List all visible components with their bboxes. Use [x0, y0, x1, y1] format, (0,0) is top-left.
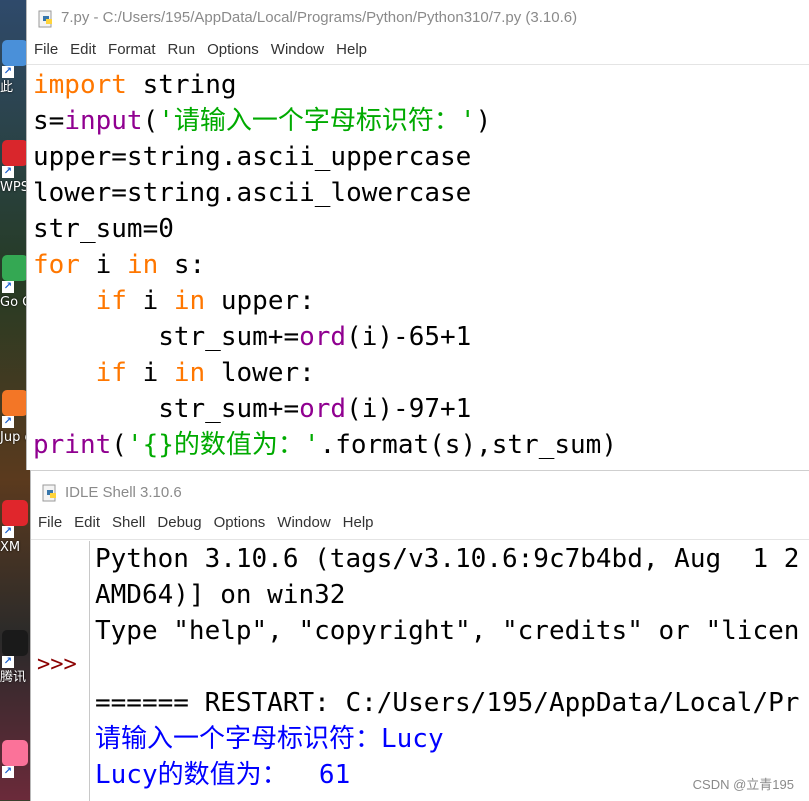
- shell-menu-help[interactable]: Help: [337, 511, 380, 531]
- code-line: lower=string.ascii_lowercase: [33, 175, 809, 211]
- code-token-text: upper:: [205, 286, 315, 316]
- shell-output[interactable]: Python 3.10.6 (tags/v3.10.6:9c7b4bd, Aug…: [95, 541, 809, 793]
- code-token-text: i: [126, 358, 174, 388]
- code-line: if i in lower:: [33, 355, 809, 391]
- code-token-keyword: in: [126, 250, 159, 280]
- editor-menubar: File Edit Format Run Options Window Help: [27, 38, 809, 65]
- shell-line: Type "help", "copyright", "credits" or "…: [95, 616, 800, 646]
- shell-title: IDLE Shell 3.10.6: [65, 484, 182, 501]
- code-token-text: (: [142, 106, 159, 136]
- editor-menu-window[interactable]: Window: [265, 38, 330, 58]
- shell-line: ====== RESTART: C:/Users/195/AppData/Loc…: [95, 688, 800, 718]
- code-token-text: str_sum=0: [33, 214, 174, 244]
- code-token-keyword: if: [95, 358, 127, 388]
- desktop-shortcut[interactable]: ↗ 腾讯: [0, 630, 30, 688]
- code-token-keyword: for: [33, 250, 80, 280]
- shell-prompt-gutter: >>>: [31, 541, 90, 801]
- code-token-text: (i)-65+1: [346, 322, 472, 352]
- code-token-text: i: [126, 286, 174, 316]
- code-line: s=input('请输入一个字母标识符：'): [33, 103, 809, 139]
- code-token-text: s:: [158, 250, 206, 280]
- desktop-shortcut[interactable]: ↗: [0, 740, 30, 798]
- shell-menu-file[interactable]: File: [32, 511, 68, 531]
- bilibili-icon: [2, 740, 28, 766]
- jupyter-icon: [2, 390, 28, 416]
- python-file-icon: [38, 10, 52, 28]
- wps-icon: [2, 140, 28, 166]
- code-token-string: '{}的数值为：': [126, 430, 320, 460]
- shell-menu-options[interactable]: Options: [208, 511, 272, 531]
- code-token-text: string: [126, 70, 237, 100]
- code-line: str_sum+=ord(i)-65+1: [33, 319, 809, 355]
- shell-menu-debug[interactable]: Debug: [151, 511, 207, 531]
- shell-prompt: >>>: [37, 652, 77, 677]
- code-token-text: upper=string.ascii_uppercase: [33, 142, 472, 172]
- code-token-text: (i)-97+1: [346, 394, 472, 424]
- code-token-text: i: [79, 250, 127, 280]
- code-token-string: '请输入一个字母标识符：': [158, 106, 476, 136]
- desktop-shortcut-label: 腾讯: [0, 670, 27, 685]
- shortcut-arrow-icon: ↗: [2, 766, 14, 778]
- code-line: str_sum+=ord(i)-97+1: [33, 391, 809, 427]
- editor-menu-file[interactable]: File: [28, 38, 64, 58]
- code-token-keyword: if: [95, 286, 127, 316]
- code-token-text: lower:: [205, 358, 315, 388]
- shell-line: 请输入一个字母标识符：Lucy: [95, 724, 444, 754]
- code-token-builtin: ord: [299, 394, 347, 424]
- editor-window: 7.py - C:/Users/195/AppData/Local/Progra…: [26, 0, 809, 470]
- xmind-icon: [2, 500, 28, 526]
- computer-icon: [2, 40, 28, 66]
- code-line: upper=string.ascii_uppercase: [33, 139, 809, 175]
- code-token-keyword: import: [33, 70, 127, 100]
- shell-titlebar[interactable]: IDLE Shell 3.10.6: [31, 471, 809, 511]
- editor-menu-run[interactable]: Run: [162, 38, 202, 58]
- shell-line: Python 3.10.6 (tags/v3.10.6:9c7b4bd, Aug…: [95, 544, 800, 574]
- editor-menu-help[interactable]: Help: [330, 38, 373, 58]
- code-token-keyword: in: [173, 286, 206, 316]
- code-token-text: ): [475, 106, 492, 136]
- qq-icon: [2, 630, 28, 656]
- code-token-text: s=: [33, 106, 65, 136]
- desktop-shortcut[interactable]: ↗ XM: [0, 500, 30, 558]
- code-token-builtin: input: [64, 106, 143, 136]
- code-line: print('{}的数值为：'.format(s),str_sum): [33, 427, 809, 463]
- code-token-text: lower=string.ascii_lowercase: [33, 178, 472, 208]
- editor-menu-options[interactable]: Options: [201, 38, 265, 58]
- code-line: for i in s:: [33, 247, 809, 283]
- shell-menubar: File Edit Shell Debug Options Window Help: [31, 511, 809, 540]
- shell-window: IDLE Shell 3.10.6 File Edit Shell Debug Opti…: [30, 470, 809, 801]
- desktop-shortcut-label: XM: [0, 540, 21, 555]
- code-token-text: str_sum+=: [33, 322, 300, 352]
- code-token-keyword: in: [173, 358, 206, 388]
- code-line: str_sum=0: [33, 211, 809, 247]
- shell-line: AMD64)] on win32: [95, 580, 346, 610]
- watermark: CSDN @立青195: [692, 777, 794, 792]
- code-line: import string: [33, 67, 809, 103]
- shell-menu-window[interactable]: Window: [271, 511, 336, 531]
- editor-menu-format[interactable]: Format: [102, 38, 162, 58]
- editor-titlebar[interactable]: 7.py - C:/Users/195/AppData/Local/Progra…: [27, 0, 809, 38]
- shell-menu-shell[interactable]: Shell: [106, 511, 151, 531]
- code-line: if i in upper:: [33, 283, 809, 319]
- python-shell-icon: [42, 484, 56, 502]
- shortcut-arrow-icon: ↗: [2, 166, 14, 178]
- shell-menu-edit[interactable]: Edit: [68, 511, 106, 531]
- editor-title: 7.py - C:/Users/195/AppData/Local/Progra…: [61, 9, 578, 26]
- code-token-text: (: [111, 430, 127, 460]
- shortcut-arrow-icon: ↗: [2, 281, 14, 293]
- shortcut-arrow-icon: ↗: [2, 416, 14, 428]
- code-token-text: .format(s),str_sum): [319, 430, 617, 460]
- editor-menu-edit[interactable]: Edit: [64, 38, 102, 58]
- shortcut-arrow-icon: ↗: [2, 66, 14, 78]
- code-editor[interactable]: import string s=input('请输入一个字母标识符：') upper…: [27, 65, 809, 463]
- code-token-builtin: ord: [299, 322, 347, 352]
- code-token-text: str_sum+=: [33, 394, 300, 424]
- shortcut-arrow-icon: ↗: [2, 526, 14, 538]
- chrome-icon: [2, 255, 28, 281]
- shortcut-arrow-icon: ↗: [2, 656, 14, 668]
- code-token-builtin: print: [33, 430, 112, 460]
